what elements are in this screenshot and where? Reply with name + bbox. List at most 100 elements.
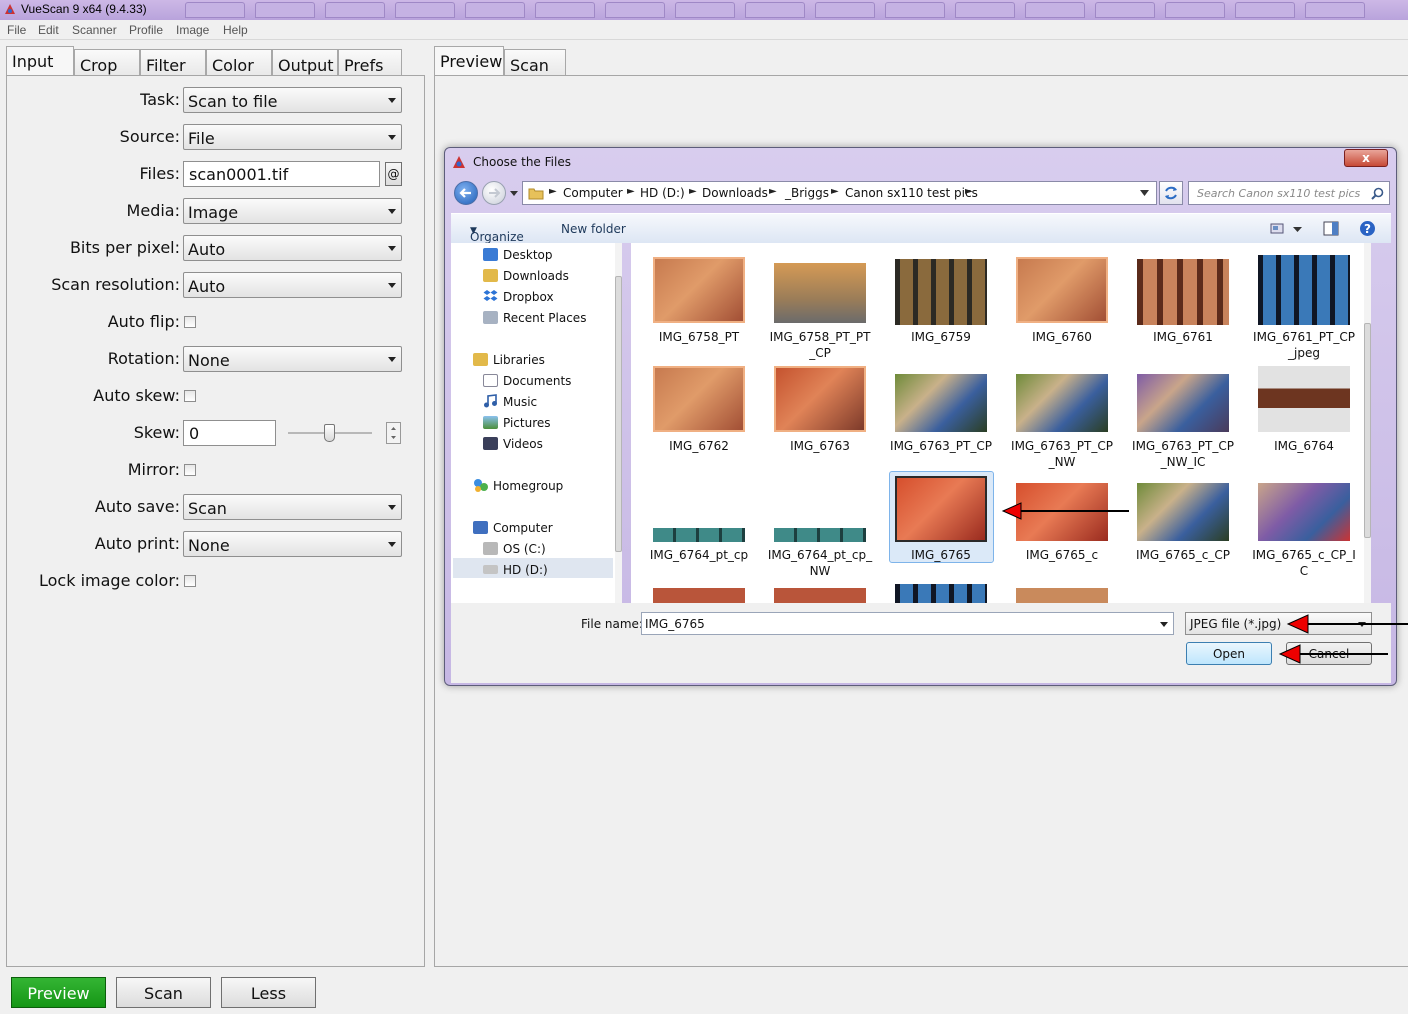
file-thumbnail[interactable] <box>895 374 987 432</box>
file-name[interactable]: IMG_6758_PT_PT _CP <box>760 329 880 361</box>
auto-print-select[interactable]: None <box>183 531 402 557</box>
less-button[interactable]: Less <box>221 977 316 1008</box>
file-name[interactable]: IMG_6760 <box>1002 329 1122 345</box>
file-thumbnail[interactable] <box>895 476 987 542</box>
file-name[interactable]: IMG_6763 <box>760 438 880 454</box>
filename-input[interactable]: IMG_6765 <box>641 612 1174 635</box>
file-name[interactable]: IMG_6759 <box>881 329 1001 345</box>
close-button[interactable]: x <box>1344 149 1388 167</box>
file-name[interactable]: IMG_6764_pt_cp_ NW <box>760 547 880 579</box>
file-name[interactable]: IMG_6762 <box>639 438 759 454</box>
menu-help[interactable]: Help <box>223 23 248 37</box>
tab-color[interactable]: Color <box>206 49 272 76</box>
skew-spinner[interactable] <box>386 422 401 444</box>
menu-image[interactable]: Image <box>176 23 209 37</box>
help-icon[interactable]: ? <box>1359 220 1376 237</box>
file-name[interactable]: IMG_6764 <box>1244 438 1364 454</box>
media-select[interactable]: Image <box>183 198 402 224</box>
nav-desktop[interactable]: Desktop <box>503 248 553 262</box>
tab-scan[interactable]: Scan <box>504 49 566 76</box>
file-name[interactable]: IMG_6763_PT_CP _NW_IC <box>1123 438 1243 470</box>
file-name[interactable]: IMG_6765 <box>881 547 1001 563</box>
menu-edit[interactable]: Edit <box>38 23 59 37</box>
lock-image-color-checkbox[interactable] <box>184 575 196 587</box>
tab-input[interactable]: Input <box>6 46 74 76</box>
nav-libraries[interactable]: Libraries <box>493 353 545 367</box>
nav-hd-d[interactable]: HD (D:) <box>503 563 548 577</box>
file-thumbnail[interactable] <box>774 366 866 432</box>
breadcrumb-downloads[interactable]: Downloads <box>702 186 768 200</box>
scan-button[interactable]: Scan <box>116 977 211 1008</box>
nav-computer[interactable]: Computer <box>493 521 553 535</box>
forward-button[interactable] <box>482 181 506 205</box>
files-browse-button[interactable]: @ <box>385 162 402 186</box>
file-thumbnail[interactable] <box>1258 366 1350 432</box>
auto-skew-checkbox[interactable] <box>184 390 196 402</box>
refresh-button[interactable] <box>1159 181 1183 205</box>
tab-filter[interactable]: Filter <box>140 49 206 76</box>
files-input[interactable]: scan0001.tif <box>183 161 380 187</box>
file-name[interactable]: IMG_6764_pt_cp <box>639 547 759 563</box>
file-thumbnail[interactable] <box>1016 374 1108 432</box>
preview-button[interactable]: Preview <box>11 977 106 1008</box>
nav-videos[interactable]: Videos <box>503 437 543 451</box>
tab-preview[interactable]: Preview <box>434 46 504 76</box>
recent-locations-icon[interactable] <box>509 190 519 198</box>
address-bar[interactable]: ► Computer ► HD (D:) ► Downloads ► _Brig… <box>522 181 1157 205</box>
file-thumbnail[interactable] <box>774 528 866 542</box>
nav-downloads[interactable]: Downloads <box>503 269 569 283</box>
auto-save-select[interactable]: Scan <box>183 494 402 520</box>
auto-flip-checkbox[interactable] <box>184 316 196 328</box>
nav-documents[interactable]: Documents <box>503 374 571 388</box>
open-button[interactable]: Open <box>1186 642 1272 665</box>
breadcrumb-hd[interactable]: HD (D:) <box>640 186 685 200</box>
nav-recent-places[interactable]: Recent Places <box>503 311 586 325</box>
file-name[interactable]: IMG_6765_c_CP <box>1123 547 1243 563</box>
file-name[interactable]: IMG_6763_PT_CP _NW <box>1002 438 1122 470</box>
back-button[interactable] <box>454 181 478 205</box>
file-thumbnail[interactable] <box>1258 255 1350 325</box>
nav-os-c[interactable]: OS (C:) <box>503 542 546 556</box>
file-name[interactable]: IMG_6765_c <box>1002 547 1122 563</box>
file-thumbnail[interactable] <box>774 588 866 603</box>
file-name[interactable]: IMG_6761_PT_CP _jpeg <box>1244 329 1364 361</box>
file-list-scrollbar-thumb[interactable] <box>1364 323 1371 538</box>
chevron-down-icon[interactable] <box>1293 227 1302 233</box>
preview-pane-icon[interactable] <box>1323 221 1339 236</box>
source-select[interactable]: File <box>183 124 402 150</box>
nav-scrollbar[interactable] <box>615 243 622 603</box>
breadcrumb-canon[interactable]: Canon sx110 test pics <box>845 186 978 200</box>
nav-homegroup[interactable]: Homegroup <box>493 479 563 493</box>
rotation-select[interactable]: None <box>183 346 402 372</box>
file-name[interactable]: IMG_6763_PT_CP <box>881 438 1001 454</box>
nav-music[interactable]: Music <box>503 395 537 409</box>
nav-pictures[interactable]: Pictures <box>503 416 551 430</box>
file-thumbnail[interactable] <box>1137 374 1229 432</box>
file-thumbnail[interactable] <box>653 528 745 542</box>
skew-input[interactable]: 0 <box>183 420 276 446</box>
nav-scrollbar-thumb[interactable] <box>615 276 622 552</box>
tab-crop[interactable]: Crop <box>74 49 140 76</box>
organize-button[interactable]: Organize ▼ <box>470 222 524 244</box>
file-thumbnail[interactable] <box>1016 257 1108 323</box>
file-thumbnail[interactable] <box>653 257 745 323</box>
skew-slider-thumb[interactable] <box>324 424 335 442</box>
file-thumbnail[interactable] <box>653 366 745 432</box>
new-folder-button[interactable]: New folder <box>561 222 626 236</box>
file-thumbnail[interactable] <box>1137 483 1229 541</box>
menu-scanner[interactable]: Scanner <box>72 23 117 37</box>
task-select[interactable]: Scan to file <box>183 87 402 113</box>
file-list-scrollbar[interactable] <box>1364 243 1371 603</box>
chevron-down-icon[interactable] <box>1140 190 1149 197</box>
file-name[interactable]: IMG_6758_PT <box>639 329 759 345</box>
file-name[interactable]: IMG_6765_c_CP_I C <box>1244 547 1364 579</box>
file-thumbnail[interactable] <box>1016 588 1108 603</box>
tab-output[interactable]: Output <box>272 49 338 76</box>
view-options-icon[interactable] <box>1270 223 1284 234</box>
breadcrumb-briggs[interactable]: _Briggs <box>785 186 829 200</box>
menu-file[interactable]: File <box>7 23 26 37</box>
file-name[interactable]: IMG_6761 <box>1123 329 1243 345</box>
file-thumbnail[interactable] <box>774 263 866 323</box>
breadcrumb-computer[interactable]: Computer <box>563 186 623 200</box>
file-thumbnail[interactable] <box>895 259 987 325</box>
